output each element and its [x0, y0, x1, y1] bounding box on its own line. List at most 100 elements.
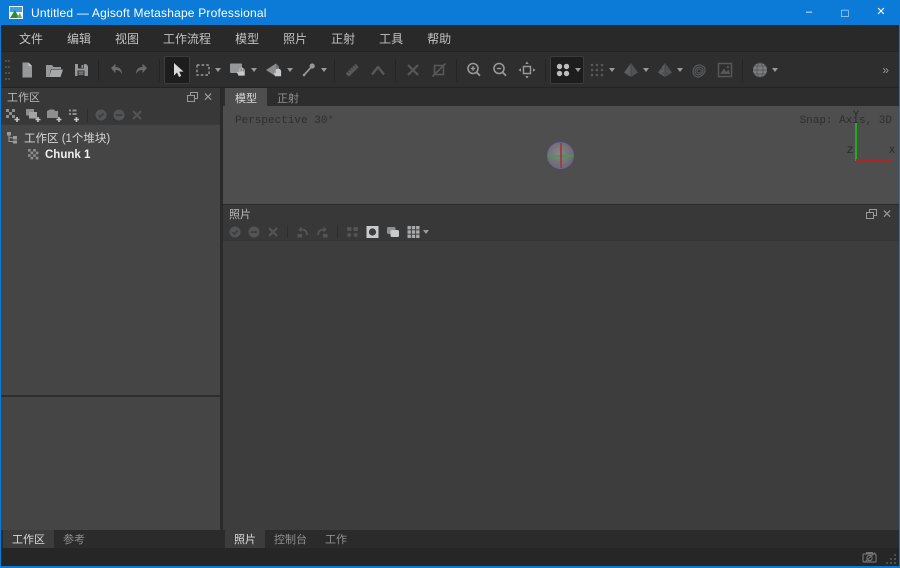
add-folder-icon[interactable] — [46, 108, 63, 123]
measure-angle-button[interactable] — [365, 56, 391, 84]
photos-content-area[interactable] — [223, 241, 899, 530]
menu-photo[interactable]: 照片 — [271, 25, 319, 52]
toolbar-separator — [334, 59, 335, 81]
navigation-model-button[interactable] — [260, 56, 296, 84]
open-project-button[interactable] — [40, 56, 68, 84]
zoom-in-button[interactable] — [461, 56, 487, 84]
show-orthomosaic-button[interactable] — [712, 56, 738, 84]
show-textured-mesh-button[interactable] — [652, 56, 686, 84]
maximize-button[interactable]: □ — [827, 0, 863, 25]
ruler-button[interactable] — [339, 56, 365, 84]
orthomosaic-icon — [715, 60, 735, 80]
remove-camera-icon[interactable] — [266, 225, 280, 239]
new-document-icon — [17, 60, 37, 80]
save-icon — [71, 60, 91, 80]
float-pane-icon — [866, 209, 877, 219]
marker-icon — [299, 60, 319, 80]
tab-ortho[interactable]: 正射 — [267, 88, 309, 106]
close-button[interactable]: ✕ — [863, 0, 899, 25]
rotate-right-icon[interactable] — [315, 225, 330, 239]
disable-camera-icon[interactable] — [247, 225, 261, 239]
workspace-panel: 工作区 ✕ — [1, 88, 220, 530]
float-pane-button[interactable] — [184, 89, 200, 105]
status-bar — [1, 548, 899, 566]
redo-button[interactable] — [129, 56, 155, 84]
menu-help[interactable]: 帮助 — [415, 25, 463, 52]
toolbar-drag-handle[interactable] — [3, 55, 12, 85]
model-viewport[interactable]: Perspective 30° Snap: Axis, 3D Y Z X — [223, 106, 899, 204]
tab-workspace[interactable]: 工作区 — [3, 530, 54, 548]
menu-view[interactable]: 视图 — [103, 25, 151, 52]
app-logo-icon — [9, 6, 23, 19]
fit-view-button[interactable] — [513, 56, 541, 84]
undo-button[interactable] — [103, 56, 129, 84]
status-camera-icon[interactable] — [862, 551, 879, 564]
add-marker-button[interactable] — [296, 56, 330, 84]
selection-arrow-button[interactable] — [164, 56, 190, 84]
tab-jobs[interactable]: 工作 — [316, 530, 356, 548]
batch-process-icon[interactable] — [67, 108, 81, 123]
menu-model[interactable]: 模型 — [223, 25, 271, 52]
enable-item-icon[interactable] — [94, 108, 108, 122]
title-bar[interactable]: Untitled — Agisoft Metashape Professiona… — [1, 0, 899, 25]
save-project-button[interactable] — [68, 56, 94, 84]
view-mode-button[interactable] — [406, 225, 429, 239]
show-globe-button[interactable] — [747, 56, 781, 84]
fit-view-icon — [516, 60, 538, 80]
show-dem-button[interactable] — [686, 56, 712, 84]
left-dock-tabs: 工作区 参考 — [1, 530, 220, 548]
disable-item-icon[interactable] — [112, 108, 126, 122]
tab-photos[interactable]: 照片 — [225, 530, 265, 548]
new-document-button[interactable] — [14, 56, 40, 84]
show-dense-cloud-button[interactable] — [584, 56, 618, 84]
tab-model[interactable]: 模型 — [225, 88, 267, 106]
show-point-cloud-button[interactable] — [550, 56, 584, 84]
pair-preselection-icon[interactable] — [345, 225, 360, 239]
axis-y-label: Y — [853, 110, 859, 121]
tree-item-workspace-root[interactable]: 工作区 (1个堆块) — [1, 129, 220, 146]
menu-workflow[interactable]: 工作流程 — [151, 25, 223, 52]
app-window: Untitled — Agisoft Metashape Professiona… — [0, 0, 900, 568]
tree-item-label: Chunk 1 — [45, 149, 90, 161]
viewport-tab-bar: 模型 正射 — [223, 88, 899, 106]
zoom-out-button[interactable] — [487, 56, 513, 84]
float-pane-button[interactable] — [863, 206, 879, 222]
resize-grip[interactable] — [885, 553, 897, 565]
close-pane-button[interactable]: ✕ — [200, 89, 216, 105]
textured-mesh-icon — [655, 60, 675, 80]
menu-file[interactable]: 文件 — [7, 25, 55, 52]
show-masks-icon[interactable] — [365, 225, 380, 239]
toolbar-overflow-button[interactable]: » — [876, 63, 895, 77]
tree-item-chunk[interactable]: Chunk 1 — [1, 146, 220, 163]
add-chunk-icon[interactable] — [5, 108, 21, 123]
tab-console[interactable]: 控制台 — [265, 530, 316, 548]
photos-pane: 照片 ✕ — [223, 204, 899, 530]
show-mesh-button[interactable] — [618, 56, 652, 84]
minimize-button[interactable]: – — [791, 0, 827, 25]
toolbar-separator — [159, 59, 160, 81]
remove-item-icon[interactable] — [130, 108, 144, 122]
main-toolbar: » — [1, 52, 899, 88]
dem-contour-icon — [689, 60, 709, 80]
resize-region-button[interactable] — [426, 56, 452, 84]
axis-x-label: X — [889, 146, 895, 157]
rectangle-selection-button[interactable] — [190, 56, 224, 84]
menu-tools[interactable]: 工具 — [367, 25, 415, 52]
delete-selection-button[interactable] — [400, 56, 426, 84]
menu-edit[interactable]: 编辑 — [55, 25, 103, 52]
workspace-pane-header: 工作区 ✕ — [1, 88, 220, 106]
workspace-pane-title: 工作区 — [7, 89, 40, 105]
undo-icon — [106, 60, 126, 80]
show-layers-icon[interactable] — [385, 225, 401, 239]
enable-camera-icon[interactable] — [228, 225, 242, 239]
rotate-left-icon[interactable] — [295, 225, 310, 239]
photo-pan-icon — [227, 60, 249, 80]
add-photos-icon[interactable] — [25, 108, 42, 123]
angle-icon — [368, 60, 388, 80]
close-pane-button[interactable]: ✕ — [879, 206, 895, 222]
main-area: 工作区 ✕ — [1, 88, 899, 530]
navigation-photo-button[interactable] — [224, 56, 260, 84]
tab-reference[interactable]: 参考 — [54, 530, 94, 548]
cursor-arrow-icon — [167, 60, 187, 80]
menu-ortho[interactable]: 正射 — [319, 25, 367, 52]
